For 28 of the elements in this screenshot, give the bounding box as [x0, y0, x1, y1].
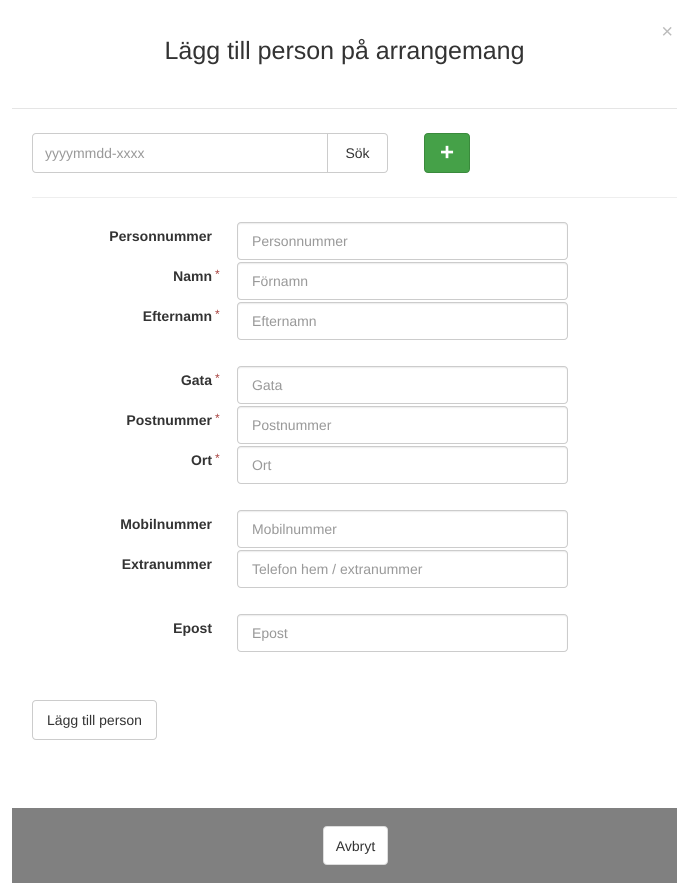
field-label: Ort	[190, 451, 212, 468]
required-mark: *	[215, 451, 220, 465]
input-field[interactable]: Personnummer	[237, 222, 568, 260]
input-field[interactable]: Gata	[237, 366, 568, 404]
required-mark: *	[215, 371, 220, 385]
required-mark: *	[215, 411, 220, 425]
field-label: Gata	[180, 371, 212, 388]
field-label: Extranummer	[120, 555, 212, 572]
field-label: Personnummer	[108, 227, 212, 244]
field-label: Postnummer	[125, 411, 212, 428]
input-field[interactable]: Förnamn	[237, 262, 568, 300]
input-field[interactable]: Mobilnummer	[237, 510, 568, 548]
field-label: Efternamn	[142, 307, 212, 324]
input-field[interactable]: Postnummer	[237, 406, 568, 444]
dialog-title: Lägg till person på arrangemang	[164, 36, 524, 66]
input-field[interactable]: Telefon hem / extranummer	[237, 550, 568, 588]
required-mark: *	[215, 267, 220, 281]
cancel-button[interactable]: Avbryt	[322, 826, 388, 865]
field-label: Mobilnummer	[119, 515, 212, 532]
field-label: Epost	[172, 619, 212, 636]
required-mark: *	[215, 307, 220, 321]
input-field[interactable]: Efternamn	[237, 302, 568, 340]
search-button[interactable]: Sök	[328, 133, 388, 173]
input-field[interactable]: Epost	[237, 614, 568, 652]
field-label: Namn	[172, 267, 212, 284]
search-field[interactable]: yyyymmdd-xxxx	[32, 133, 328, 173]
add-person-button[interactable]: Lägg till person	[32, 700, 157, 740]
input-field[interactable]: Ort	[237, 446, 568, 484]
